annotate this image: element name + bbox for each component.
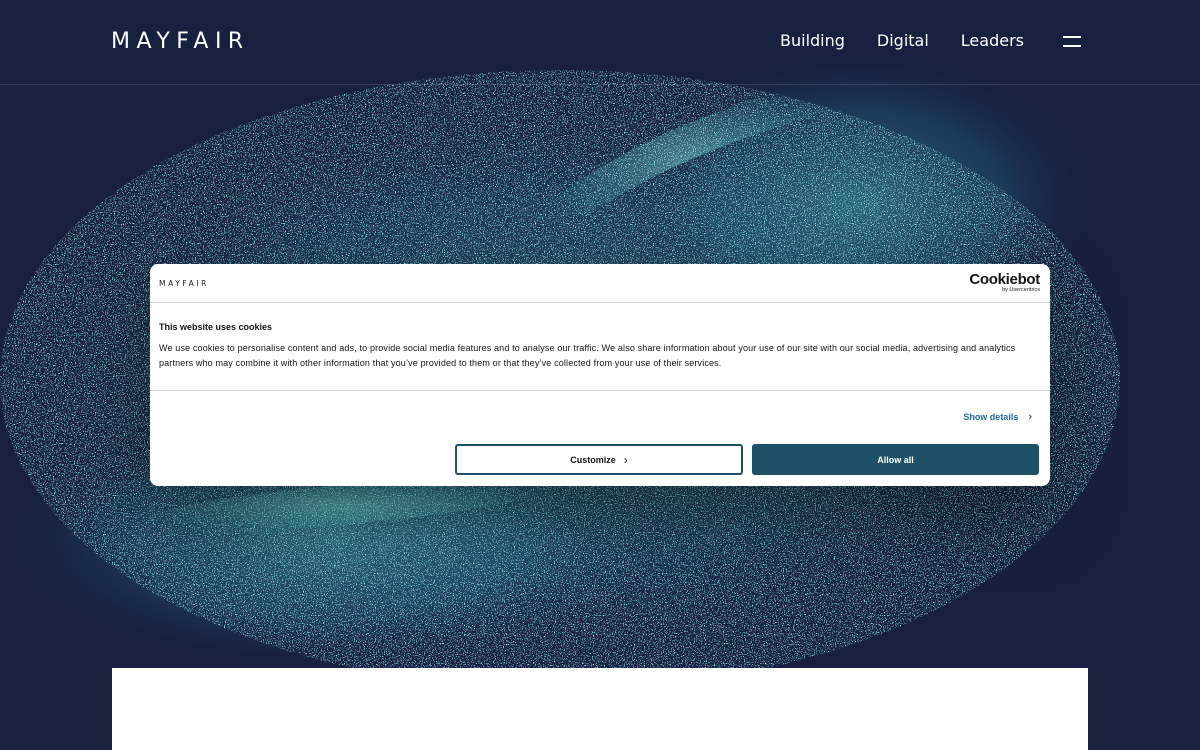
cookie-brand-logo: MAYFAIR xyxy=(159,279,209,288)
chevron-right-icon: › xyxy=(1028,411,1032,423)
main-nav: Building Digital Leaders xyxy=(780,31,1024,50)
cookiebot-subtitle: by Usercentrics xyxy=(1002,287,1040,293)
cookie-dialog-body: This website uses cookies We use cookies… xyxy=(150,303,1050,391)
nav-link-digital[interactable]: Digital xyxy=(877,31,929,50)
nav-link-leaders[interactable]: Leaders xyxy=(961,31,1024,50)
customize-button[interactable]: Customize › xyxy=(455,444,743,475)
show-details-link[interactable]: Show details › xyxy=(963,411,1032,423)
content-card xyxy=(112,668,1088,750)
cookie-title: This website uses cookies xyxy=(159,322,273,332)
customize-button-label: Customize xyxy=(570,454,616,465)
chevron-right-icon: › xyxy=(623,452,628,467)
cookie-description: We use cookies to personalise content an… xyxy=(159,343,1016,368)
allow-all-button[interactable]: Allow all xyxy=(752,444,1039,475)
cookiebot-name: Cookiebot xyxy=(969,271,1040,288)
show-details-label: Show details xyxy=(963,412,1019,422)
allow-all-button-label: Allow all xyxy=(877,454,914,465)
cookie-consent-dialog: MAYFAIR Cookiebot by Usercentrics This w… xyxy=(150,264,1050,486)
site-logo[interactable]: MAYFAIR xyxy=(111,29,250,54)
cookiebot-logo[interactable]: Cookiebot by Usercentrics xyxy=(969,272,1040,294)
site-header: MAYFAIR Building Digital Leaders xyxy=(0,0,1200,85)
hamburger-menu-icon[interactable] xyxy=(1063,36,1081,48)
nav-link-building[interactable]: Building xyxy=(780,31,845,50)
cookie-dialog-header: MAYFAIR Cookiebot by Usercentrics xyxy=(150,264,1050,303)
